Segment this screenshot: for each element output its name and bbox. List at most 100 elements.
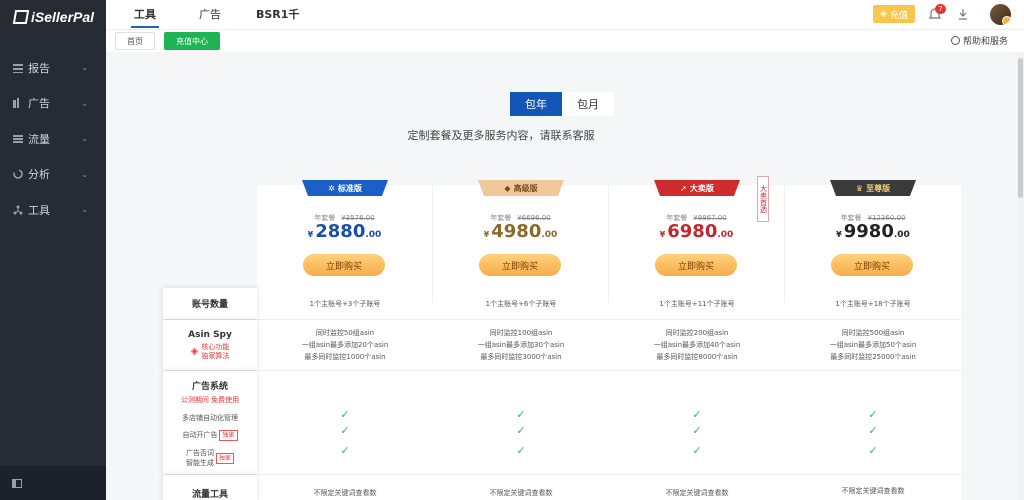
feature-label: 广告系统 公测期间 免费使用 多店铺自动化管理 自动开广告 独家 广告否词 智能生成… xyxy=(163,371,257,474)
yearly-toggle-button[interactable]: 包年 xyxy=(510,92,562,116)
plan-card-advanced: ◆ 高级版 年套餐 ¥6696.00 ¥4980.00 立即购买 xyxy=(433,180,609,303)
feature-cell: ✓ ✓ ✓ xyxy=(609,371,785,474)
plan-ribbon: ✲ 标准版 xyxy=(302,180,388,196)
sidebar-item-analysis[interactable]: 分析 ⌄ xyxy=(0,157,106,193)
check-icon: ✓ xyxy=(516,408,526,421)
feature-label: Asin Spy ◈ 核心功能 独家算法 xyxy=(163,320,257,370)
plan-ribbon: ♛ 至尊版 xyxy=(830,180,916,196)
feature-row-asin-spy: Asin Spy ◈ 核心功能 独家算法 同时监控50组asin 一组asin最多添加… xyxy=(163,320,961,371)
avatar[interactable] xyxy=(990,4,1011,25)
sidebar-item-tools[interactable]: 工具 ⌄ xyxy=(0,192,106,228)
check-icon: ✓ xyxy=(340,424,350,437)
crown-icon: ♛ xyxy=(855,183,864,193)
feature-cell: ✓ ✓ ✓ xyxy=(257,371,433,474)
chevron-down-icon: ⌄ xyxy=(81,98,88,108)
help-icon xyxy=(950,36,960,45)
feature-row-ads: 广告系统 公测期间 免费使用 多店铺自动化管理 自动开广告 独家 广告否词 智能生成… xyxy=(163,371,961,475)
check-icon: ✓ xyxy=(868,444,878,457)
feature-cell: 1个主账号+3个子账号 xyxy=(309,299,381,308)
download-icon[interactable] xyxy=(956,7,970,21)
app-logo[interactable]: iSellerPal xyxy=(0,0,106,34)
report-icon xyxy=(12,62,23,73)
plan-price: ¥6980.00 xyxy=(659,221,734,242)
buy-now-button[interactable]: 立即购买 xyxy=(479,254,561,276)
logo-mark-icon xyxy=(12,10,30,24)
traffic-icon xyxy=(12,133,23,144)
rocket-icon: ➚ xyxy=(680,183,687,193)
buy-now-button[interactable]: 立即购买 xyxy=(831,254,913,276)
collapse-sidebar-button[interactable] xyxy=(0,466,106,500)
breadcrumb-home[interactable]: 首页 xyxy=(115,32,155,50)
monthly-toggle-button[interactable]: 包月 xyxy=(562,92,614,116)
analysis-icon xyxy=(12,169,23,180)
check-icon: ✓ xyxy=(340,408,350,421)
ad-icon xyxy=(12,98,23,109)
check-icon: ✓ xyxy=(692,444,702,457)
billing-toggle: 包年 包月 xyxy=(510,92,614,116)
feature-row-accounts: 账号数量 1个主账号+3个子账号 1个主账号+6个子账号 1个主账号+11个子账… xyxy=(163,288,961,320)
sidebar: iSellerPal 报告 ⌄ 广告 ⌄ 流量 ⌄ 分析 ⌄ 工具 ⌄ xyxy=(0,0,106,500)
plan-ribbon: ➚ 大卖版 xyxy=(654,180,740,196)
feature-cell: 1个主账号+18个子账号 xyxy=(835,299,911,308)
tab-ads[interactable]: 广告 xyxy=(199,0,221,30)
sidebar-item-ads[interactable]: 广告 ⌄ xyxy=(0,86,106,122)
feature-label: 流量工具 xyxy=(163,475,257,500)
diamond-icon: ◈ xyxy=(190,346,199,357)
buy-now-button[interactable]: 立即购买 xyxy=(303,254,385,276)
sidebar-item-report[interactable]: 报告 ⌄ xyxy=(0,50,106,86)
sidebar-item-traffic[interactable]: 流量 ⌄ xyxy=(0,121,106,157)
feature-cell: ✓ ✓ ✓ xyxy=(785,371,961,474)
feature-cell: 同时监控500组asin 一组asin最多添加50个asin 最多同时监控25000… xyxy=(829,329,917,361)
page-scrollbar[interactable] xyxy=(1017,52,1024,500)
help-link[interactable]: 帮助和服务 xyxy=(950,34,1008,47)
collapse-icon xyxy=(12,478,22,488)
check-icon: ✓ xyxy=(868,424,878,437)
tab-bsr[interactable]: BSR1千 xyxy=(256,0,299,30)
buy-now-button[interactable]: 立即购买 xyxy=(655,254,737,276)
plan-price: ¥4980.00 xyxy=(483,221,558,242)
diamond-icon: ◆ xyxy=(504,183,511,193)
sidebar-nav: 报告 ⌄ 广告 ⌄ 流量 ⌄ 分析 ⌄ 工具 ⌄ xyxy=(0,50,106,228)
plan-card-supreme: ♛ 至尊版 年套餐 ¥12360.00 ¥9980.00 立即购买 xyxy=(785,180,961,303)
check-icon: ✓ xyxy=(516,444,526,457)
notification-badge: 7 xyxy=(935,4,946,14)
check-icon: ✓ xyxy=(868,408,878,421)
tab-tools[interactable]: 工具 xyxy=(131,0,159,30)
chevron-down-icon: ⌄ xyxy=(81,134,88,144)
check-icon: ✓ xyxy=(692,424,702,437)
plan-card-standard: ✲ 标准版 年套餐 ¥3576.00 ¥2880.00 立即购买 xyxy=(257,180,433,303)
feature-cell: ✓ ✓ ✓ xyxy=(433,371,609,474)
exclusive-tag: 独家 xyxy=(219,430,238,441)
feature-table: 账号数量 1个主账号+3个子账号 1个主账号+6个子账号 1个主账号+11个子账… xyxy=(163,288,961,500)
feature-cell: 不限定关键词查看数 xyxy=(841,487,905,495)
page-subtitle: 定制套餐及更多服务内容，请联系客服 xyxy=(407,129,595,142)
check-icon: ✓ xyxy=(340,444,350,457)
chevron-down-icon: ⌄ xyxy=(81,63,88,73)
feature-cell: 同时监控100组asin 一组asin最多添加30个asin 最多同时监控3000个… xyxy=(477,329,565,361)
main-content: 包年 包月 定制套餐及更多服务内容，请联系客服 ✲ 标准版 年套餐 ¥3576.00… xyxy=(106,52,1016,500)
feature-cell: 1个主账号+11个子账号 xyxy=(659,299,735,308)
check-icon: ✓ xyxy=(692,408,702,421)
plan-price: ¥9980.00 xyxy=(836,221,910,242)
recharge-icon: ◈ xyxy=(880,9,887,19)
plan-price: ¥2880.00 xyxy=(307,221,382,242)
feature-row-traffic: 流量工具 不限定关键词查看数 不限定关键词查看数 不限定关键词查看数 不限定关键… xyxy=(163,475,961,500)
top-bar: 工具 广告 BSR1千 ◈ 充值 7 xyxy=(106,0,1024,30)
breadcrumb: 首页 充值中心 帮助和服务 xyxy=(106,30,1024,52)
feature-cell: 不限定关键词查看数 xyxy=(489,489,553,497)
plan-ribbon: ◆ 高级版 xyxy=(478,180,564,196)
hot-pick-tag: 大卖首选 xyxy=(757,176,769,222)
feature-cell: 不限定关键词查看数 xyxy=(665,489,729,497)
recharge-button[interactable]: ◈ 充值 xyxy=(873,5,915,23)
feature-cell: 不限定关键词查看数 xyxy=(313,489,377,497)
scrollbar-thumb[interactable] xyxy=(1018,58,1023,198)
feature-cell: 1个主账号+6个子账号 xyxy=(485,299,557,308)
breadcrumb-recharge-center[interactable]: 充值中心 xyxy=(164,32,220,50)
check-icon: ✓ xyxy=(516,424,526,437)
feature-label: 账号数量 xyxy=(163,288,257,319)
tools-icon xyxy=(12,204,23,215)
gear-icon: ✲ xyxy=(328,183,335,193)
feature-cell: 同时监控50组asin 一组asin最多添加20个asin 最多同时监控1000个a… xyxy=(301,329,389,361)
chevron-down-icon: ⌄ xyxy=(81,169,88,179)
feature-cell: 同时监控200组asin 一组asin最多添加40个asin 最多同时监控8000个… xyxy=(653,329,741,361)
